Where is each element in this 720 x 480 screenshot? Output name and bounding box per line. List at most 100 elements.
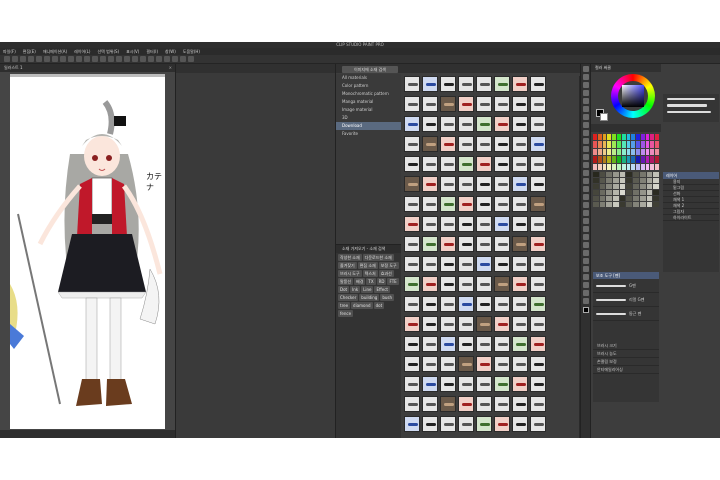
material-thumbnail[interactable] bbox=[494, 176, 510, 192]
material-thumbnail[interactable] bbox=[440, 136, 456, 152]
material-tag[interactable]: building bbox=[359, 294, 380, 301]
material-thumbnail[interactable] bbox=[494, 316, 510, 332]
material-thumbnail[interactable] bbox=[494, 396, 510, 412]
menu-item[interactable]: 선택 범위(S) bbox=[97, 48, 119, 55]
material-thumbnail[interactable] bbox=[458, 416, 474, 432]
material-thumbnail[interactable] bbox=[476, 336, 492, 352]
tool-button[interactable] bbox=[582, 90, 589, 96]
canvas-tab[interactable]: 일러스트 1 × bbox=[0, 64, 175, 72]
material-thumbnail[interactable] bbox=[512, 156, 528, 172]
palette-swatch[interactable] bbox=[636, 134, 640, 141]
palette-swatch[interactable] bbox=[655, 148, 659, 156]
command-icon[interactable] bbox=[164, 56, 170, 62]
material-thumbnail[interactable] bbox=[512, 276, 528, 292]
tool-button[interactable] bbox=[582, 66, 589, 72]
material-thumbnail[interactable] bbox=[530, 156, 546, 172]
layer-row[interactable]: 하이라이트 bbox=[663, 215, 719, 221]
palette-swatch[interactable] bbox=[650, 134, 655, 141]
material-thumbnail[interactable] bbox=[458, 276, 474, 292]
gray-swatch[interactable] bbox=[639, 172, 646, 177]
gray-swatch[interactable] bbox=[606, 172, 613, 177]
palette-swatch[interactable] bbox=[645, 141, 650, 148]
palette-swatch[interactable] bbox=[626, 148, 631, 156]
material-thumbnail[interactable] bbox=[458, 176, 474, 192]
gray-swatch[interactable] bbox=[639, 178, 646, 183]
palette-swatch[interactable] bbox=[593, 134, 597, 141]
gray-swatch[interactable] bbox=[593, 202, 599, 207]
gray-swatch[interactable] bbox=[606, 178, 613, 183]
material-tag[interactable]: tree bbox=[338, 302, 351, 309]
material-thumbnail[interactable] bbox=[404, 156, 420, 172]
palette-swatch[interactable] bbox=[621, 163, 626, 170]
tool-button[interactable] bbox=[582, 234, 589, 240]
material-thumbnail[interactable] bbox=[404, 136, 420, 152]
material-thumbnail[interactable] bbox=[512, 336, 528, 352]
tool-button[interactable] bbox=[582, 106, 589, 112]
material-thumbnail[interactable] bbox=[512, 236, 528, 252]
material-thumbnail[interactable] bbox=[476, 216, 492, 232]
material-thumbnail[interactable] bbox=[440, 416, 456, 432]
material-thumbnail[interactable] bbox=[422, 116, 438, 132]
material-thumbnail[interactable] bbox=[440, 116, 456, 132]
material-search-tab[interactable]: 이미지에 소재 검색 bbox=[342, 66, 398, 73]
gray-swatch[interactable] bbox=[653, 196, 659, 201]
palette-swatch[interactable] bbox=[645, 148, 650, 156]
sub-color-swatch[interactable] bbox=[600, 113, 608, 121]
palette-swatch[interactable] bbox=[602, 156, 607, 163]
material-thumbnail[interactable] bbox=[458, 396, 474, 412]
material-thumbnail[interactable] bbox=[512, 216, 528, 232]
material-thumbnail[interactable] bbox=[422, 316, 438, 332]
tool-property-row[interactable]: 안티에일리어싱 bbox=[593, 366, 659, 374]
gray-swatch[interactable] bbox=[646, 196, 653, 201]
gray-swatch[interactable] bbox=[606, 190, 613, 195]
gray-swatch[interactable] bbox=[646, 178, 653, 183]
material-thumbnail[interactable] bbox=[494, 416, 510, 432]
gray-swatch[interactable] bbox=[626, 178, 633, 183]
gray-swatch[interactable] bbox=[593, 178, 599, 183]
command-icon[interactable] bbox=[156, 56, 162, 62]
material-thumbnail[interactable] bbox=[494, 236, 510, 252]
material-thumbnail[interactable] bbox=[440, 316, 456, 332]
material-thumbnail[interactable] bbox=[512, 176, 528, 192]
material-thumbnail[interactable] bbox=[404, 236, 420, 252]
tool-button[interactable] bbox=[582, 98, 589, 104]
gray-swatch[interactable] bbox=[626, 202, 633, 207]
palette-swatch[interactable] bbox=[650, 156, 655, 163]
material-thumbnail[interactable] bbox=[494, 296, 510, 312]
material-thumbnail[interactable] bbox=[440, 276, 456, 292]
gray-swatch[interactable] bbox=[613, 196, 619, 201]
palette-swatch[interactable] bbox=[631, 141, 636, 148]
material-thumbnail[interactable] bbox=[512, 376, 528, 392]
material-thumbnail[interactable] bbox=[404, 376, 420, 392]
menu-item[interactable]: 파일(F) bbox=[3, 48, 16, 55]
material-thumbnail[interactable] bbox=[476, 316, 492, 332]
material-thumbnail[interactable] bbox=[404, 196, 420, 212]
gray-swatch[interactable] bbox=[613, 184, 619, 189]
material-thumbnail[interactable] bbox=[494, 76, 510, 92]
material-thumbnail[interactable] bbox=[458, 376, 474, 392]
material-folder[interactable]: Manga material bbox=[336, 98, 401, 106]
tool-button[interactable] bbox=[582, 162, 589, 168]
material-thumbnail[interactable] bbox=[440, 336, 456, 352]
palette-swatch[interactable] bbox=[616, 163, 621, 170]
palette-swatch[interactable] bbox=[612, 134, 616, 141]
command-icon[interactable] bbox=[100, 56, 106, 62]
material-thumbnail[interactable] bbox=[476, 76, 492, 92]
material-folder[interactable]: Color pattern bbox=[336, 82, 401, 90]
material-thumbnail[interactable] bbox=[440, 96, 456, 112]
material-thumbnail[interactable] bbox=[458, 136, 474, 152]
palette-swatch[interactable] bbox=[607, 148, 612, 156]
palette-swatch[interactable] bbox=[621, 134, 626, 141]
material-thumbnail[interactable] bbox=[530, 96, 546, 112]
material-tag[interactable]: 보정 도구 bbox=[378, 262, 399, 269]
material-thumbnail[interactable] bbox=[440, 396, 456, 412]
material-thumbnail[interactable] bbox=[494, 196, 510, 212]
color-set-palette[interactable] bbox=[593, 134, 659, 170]
material-thumbnail[interactable] bbox=[494, 376, 510, 392]
gray-swatch[interactable] bbox=[626, 196, 633, 201]
gray-swatch[interactable] bbox=[599, 178, 606, 183]
gray-swatch[interactable] bbox=[626, 184, 633, 189]
material-thumbnail[interactable] bbox=[476, 96, 492, 112]
palette-swatch[interactable] bbox=[640, 141, 645, 148]
material-tag[interactable]: Effect bbox=[374, 286, 390, 293]
